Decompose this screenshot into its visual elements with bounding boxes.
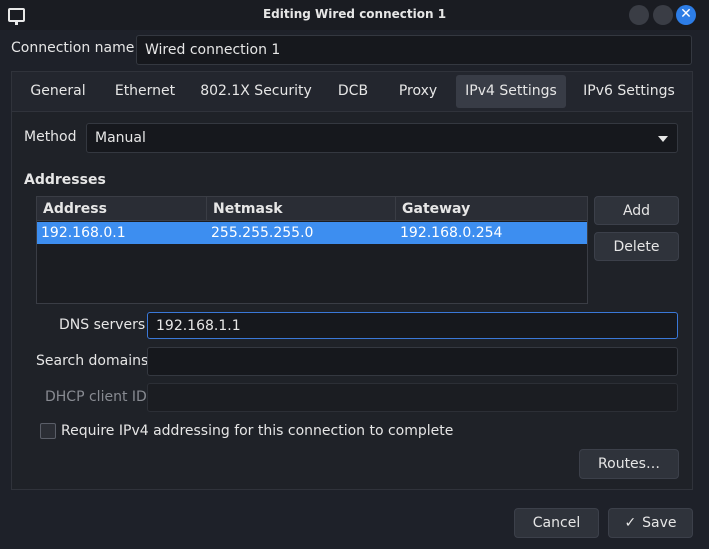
save-button[interactable]: ✓ Save bbox=[608, 508, 693, 538]
dhcp-client-id-label: DHCP client ID bbox=[45, 389, 147, 405]
close-button[interactable]: ✕ bbox=[676, 5, 696, 25]
connection-name-input[interactable] bbox=[136, 35, 692, 65]
tab-ipv6-settings[interactable]: IPv6 Settings bbox=[575, 75, 683, 108]
dns-servers-input[interactable] bbox=[147, 312, 678, 339]
tab-ipv4-settings[interactable]: IPv4 Settings bbox=[456, 75, 566, 108]
tab-dcb[interactable]: DCB bbox=[328, 75, 378, 108]
column-header-netmask[interactable]: Netmask bbox=[207, 197, 396, 221]
tab-general[interactable]: General bbox=[20, 75, 96, 108]
close-icon: ✕ bbox=[680, 6, 692, 22]
addresses-table[interactable]: Address Netmask Gateway 192.168.0.1 255.… bbox=[36, 196, 588, 304]
search-domains-input[interactable] bbox=[147, 347, 678, 376]
column-header-address[interactable]: Address bbox=[37, 197, 207, 221]
chevron-down-icon bbox=[658, 136, 668, 142]
cell-address[interactable]: 192.168.0.1 bbox=[37, 222, 207, 244]
require-ipv4-label[interactable]: Require IPv4 addressing for this connect… bbox=[61, 423, 453, 439]
minimize-button[interactable] bbox=[629, 5, 649, 25]
dhcp-client-id-input[interactable] bbox=[147, 383, 678, 412]
column-header-gateway[interactable]: Gateway bbox=[396, 197, 587, 221]
search-domains-label: Search domains bbox=[36, 353, 149, 369]
connection-name-label: Connection name bbox=[11, 40, 135, 56]
require-ipv4-checkbox[interactable] bbox=[40, 423, 56, 439]
tab-8021x-security[interactable]: 802.1X Security bbox=[195, 75, 317, 108]
checkmark-icon: ✓ bbox=[624, 515, 637, 531]
addresses-heading: Addresses bbox=[24, 172, 106, 188]
method-value: Manual bbox=[95, 130, 146, 146]
routes-button[interactable]: Routes… bbox=[579, 449, 679, 479]
cell-gateway[interactable]: 192.168.0.254 bbox=[396, 222, 587, 244]
add-button[interactable]: Add bbox=[594, 196, 679, 225]
maximize-button[interactable] bbox=[653, 5, 673, 25]
save-label: Save bbox=[642, 515, 677, 531]
dns-servers-label: DNS servers bbox=[59, 317, 146, 333]
tab-ethernet[interactable]: Ethernet bbox=[106, 75, 184, 108]
cell-netmask[interactable]: 255.255.255.0 bbox=[207, 222, 396, 244]
tab-proxy[interactable]: Proxy bbox=[388, 75, 448, 108]
cancel-button[interactable]: Cancel bbox=[514, 508, 599, 538]
method-label: Method bbox=[24, 129, 77, 145]
window-title: Editing Wired connection 1 bbox=[262, 7, 447, 21]
method-dropdown[interactable]: Manual bbox=[86, 123, 678, 153]
delete-button[interactable]: Delete bbox=[594, 232, 679, 261]
table-row[interactable]: 192.168.0.1 255.255.255.0 192.168.0.254 bbox=[37, 222, 587, 244]
